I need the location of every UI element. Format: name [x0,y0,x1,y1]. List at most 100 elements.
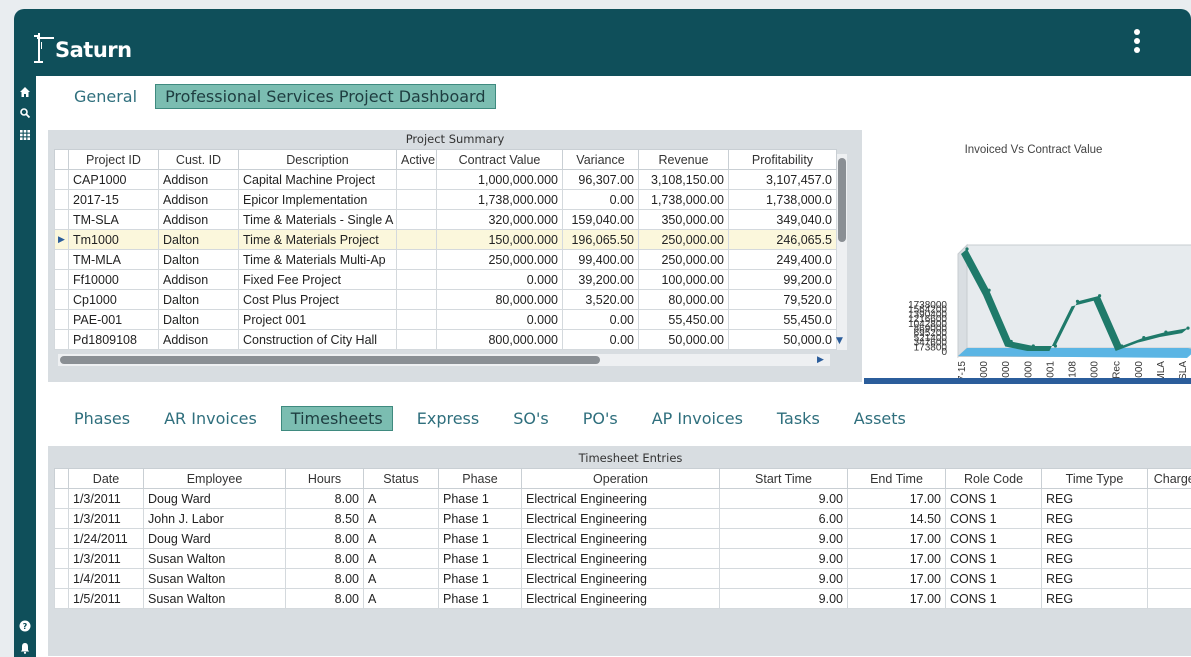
cell-start-time[interactable]: 9.00 [719,528,848,549]
column-header-role-code[interactable]: Role Code [945,468,1042,489]
cell-profitability[interactable]: 3,107,457.0 [728,169,837,190]
cell-cust-id[interactable]: Addison [158,329,239,350]
table-row[interactable]: PAE-001 Dalton Project 001 0.000 0.00 55,450.… [54,309,837,330]
tab-express[interactable]: Express [407,406,489,431]
cell-operation[interactable]: Electrical Engineering [521,528,720,549]
cell-employee[interactable]: Doug Ward [143,488,286,509]
cell-role-code[interactable]: CONS 1 [945,568,1042,589]
cell-status[interactable]: A [363,548,439,569]
cell-contract-value[interactable]: 0.000 [436,269,563,290]
cell-employee[interactable]: Susan Walton [143,548,286,569]
column-header-phase[interactable]: Phase [438,468,522,489]
cell-role-code[interactable]: CONS 1 [945,508,1042,529]
tab-so-s[interactable]: SO's [503,406,558,431]
column-header-time-type[interactable]: Time Type [1041,468,1148,489]
cell-charge-r[interactable]: 8 [1147,528,1191,549]
tab-po-s[interactable]: PO's [573,406,628,431]
cell-revenue[interactable]: 100,000.00 [638,269,729,290]
cell-variance[interactable]: 3,520.00 [562,289,639,310]
project-summary-hscrollbar[interactable] [58,354,830,366]
row-indicator[interactable] [54,209,69,230]
cell-description[interactable]: Epicor Implementation [238,189,397,210]
table-row[interactable]: 1/3/2011 John J. Labor 8.50 A Phase 1 Electri… [54,508,1191,529]
cell-hours[interactable]: 8.00 [285,588,364,609]
column-header-status[interactable]: Status [363,468,439,489]
cell-hours[interactable]: 8.50 [285,508,364,529]
home-icon[interactable] [18,86,32,100]
cell-project-id[interactable]: Tm1000 [68,229,159,250]
cell-cust-id[interactable]: Addison [158,209,239,230]
search-icon[interactable] [18,107,32,121]
cell-variance[interactable]: 96,307.00 [562,169,639,190]
cell-phase[interactable]: Phase 1 [438,568,522,589]
column-header-cust-id[interactable]: Cust. ID [158,149,239,170]
cell-time-type[interactable]: REG [1041,488,1148,509]
table-row[interactable]: 2017-15 Addison Epicor Implementation 1,738… [54,189,837,210]
cell-project-id[interactable]: Pd1809108 [68,329,159,350]
cell-cust-id[interactable]: Addison [158,269,239,290]
cell-date[interactable]: 1/3/2011 [68,508,144,529]
cell-active[interactable] [396,289,437,310]
row-indicator[interactable] [54,189,69,210]
row-indicator[interactable] [54,249,69,270]
table-row[interactable]: 1/3/2011 Susan Walton 8.00 A Phase 1 Electric… [54,548,1191,569]
cell-profitability[interactable]: 1,738,000.0 [728,189,837,210]
cell-profitability[interactable]: 99,200.0 [728,269,837,290]
cell-phase[interactable]: Phase 1 [438,548,522,569]
row-indicator[interactable] [54,269,69,290]
kebab-icon[interactable] [1133,29,1141,59]
cell-role-code[interactable]: CONS 1 [945,528,1042,549]
table-row[interactable]: 1/24/2011 Doug Ward 8.00 A Phase 1 Electrical… [54,528,1191,549]
table-row[interactable]: 1/3/2011 Doug Ward 8.00 A Phase 1 Electrical … [54,488,1191,509]
cell-description[interactable]: Project 001 [238,309,397,330]
cell-revenue[interactable]: 1,738,000.00 [638,189,729,210]
cell-role-code[interactable]: CONS 1 [945,488,1042,509]
column-header-active[interactable]: Active [396,149,437,170]
cell-end-time[interactable]: 14.50 [847,508,946,529]
cell-variance[interactable]: 0.00 [562,189,639,210]
tab-general[interactable]: General [64,84,147,109]
cell-profitability[interactable]: 79,520.0 [728,289,837,310]
scroll-right-arrow-icon[interactable]: ▶ [817,355,824,365]
cell-profitability[interactable]: 249,400.0 [728,249,837,270]
cell-end-time[interactable]: 17.00 [847,488,946,509]
cell-operation[interactable]: Electrical Engineering [521,588,720,609]
tab-ar-invoices[interactable]: AR Invoices [154,406,267,431]
cell-description[interactable]: Capital Machine Project [238,169,397,190]
cell-employee[interactable]: Susan Walton [143,588,286,609]
cell-project-id[interactable]: CAP1000 [68,169,159,190]
cell-operation[interactable]: Electrical Engineering [521,548,720,569]
cell-cust-id[interactable]: Dalton [158,249,239,270]
cell-charge-r[interactable]: 7 [1147,548,1191,569]
cell-description[interactable]: Construction of City Hall [238,329,397,350]
cell-date[interactable]: 1/24/2011 [68,528,144,549]
cell-revenue[interactable]: 55,450.00 [638,309,729,330]
column-header-start-time[interactable]: Start Time [719,468,848,489]
cell-active[interactable] [396,309,437,330]
cell-hours[interactable]: 8.00 [285,488,364,509]
cell-start-time[interactable]: 9.00 [719,568,848,589]
tab-phases[interactable]: Phases [64,406,140,431]
grid-icon[interactable] [18,129,32,143]
table-row[interactable]: TM-MLA Dalton Time & Materials Multi-Ap 250… [54,249,837,270]
cell-date[interactable]: 1/3/2011 [68,488,144,509]
cell-project-id[interactable]: TM-MLA [68,249,159,270]
cell-cust-id[interactable]: Dalton [158,309,239,330]
cell-profitability[interactable]: 55,450.0 [728,309,837,330]
cell-project-id[interactable]: 2017-15 [68,189,159,210]
cell-charge-r[interactable]: 7 [1147,508,1191,529]
table-row[interactable]: Ff10000 Addison Fixed Fee Project 0.000 39,2… [54,269,837,290]
cell-status[interactable]: A [363,528,439,549]
cell-hours[interactable]: 8.00 [285,568,364,589]
cell-contract-value[interactable]: 1,000,000.000 [436,169,563,190]
column-header-end-time[interactable]: End Time [847,468,946,489]
table-row[interactable]: ▶ Tm1000 Dalton Time & Materials Project 150… [54,229,837,250]
help-icon[interactable]: ? [18,620,32,634]
cell-project-id[interactable]: Cp1000 [68,289,159,310]
column-header-profitability[interactable]: Profitability [728,149,837,170]
column-header-hours[interactable]: Hours [285,468,364,489]
cell-end-time[interactable]: 17.00 [847,568,946,589]
cell-revenue[interactable]: 3,108,150.00 [638,169,729,190]
cell-operation[interactable]: Electrical Engineering [521,508,720,529]
column-header-variance[interactable]: Variance [562,149,639,170]
